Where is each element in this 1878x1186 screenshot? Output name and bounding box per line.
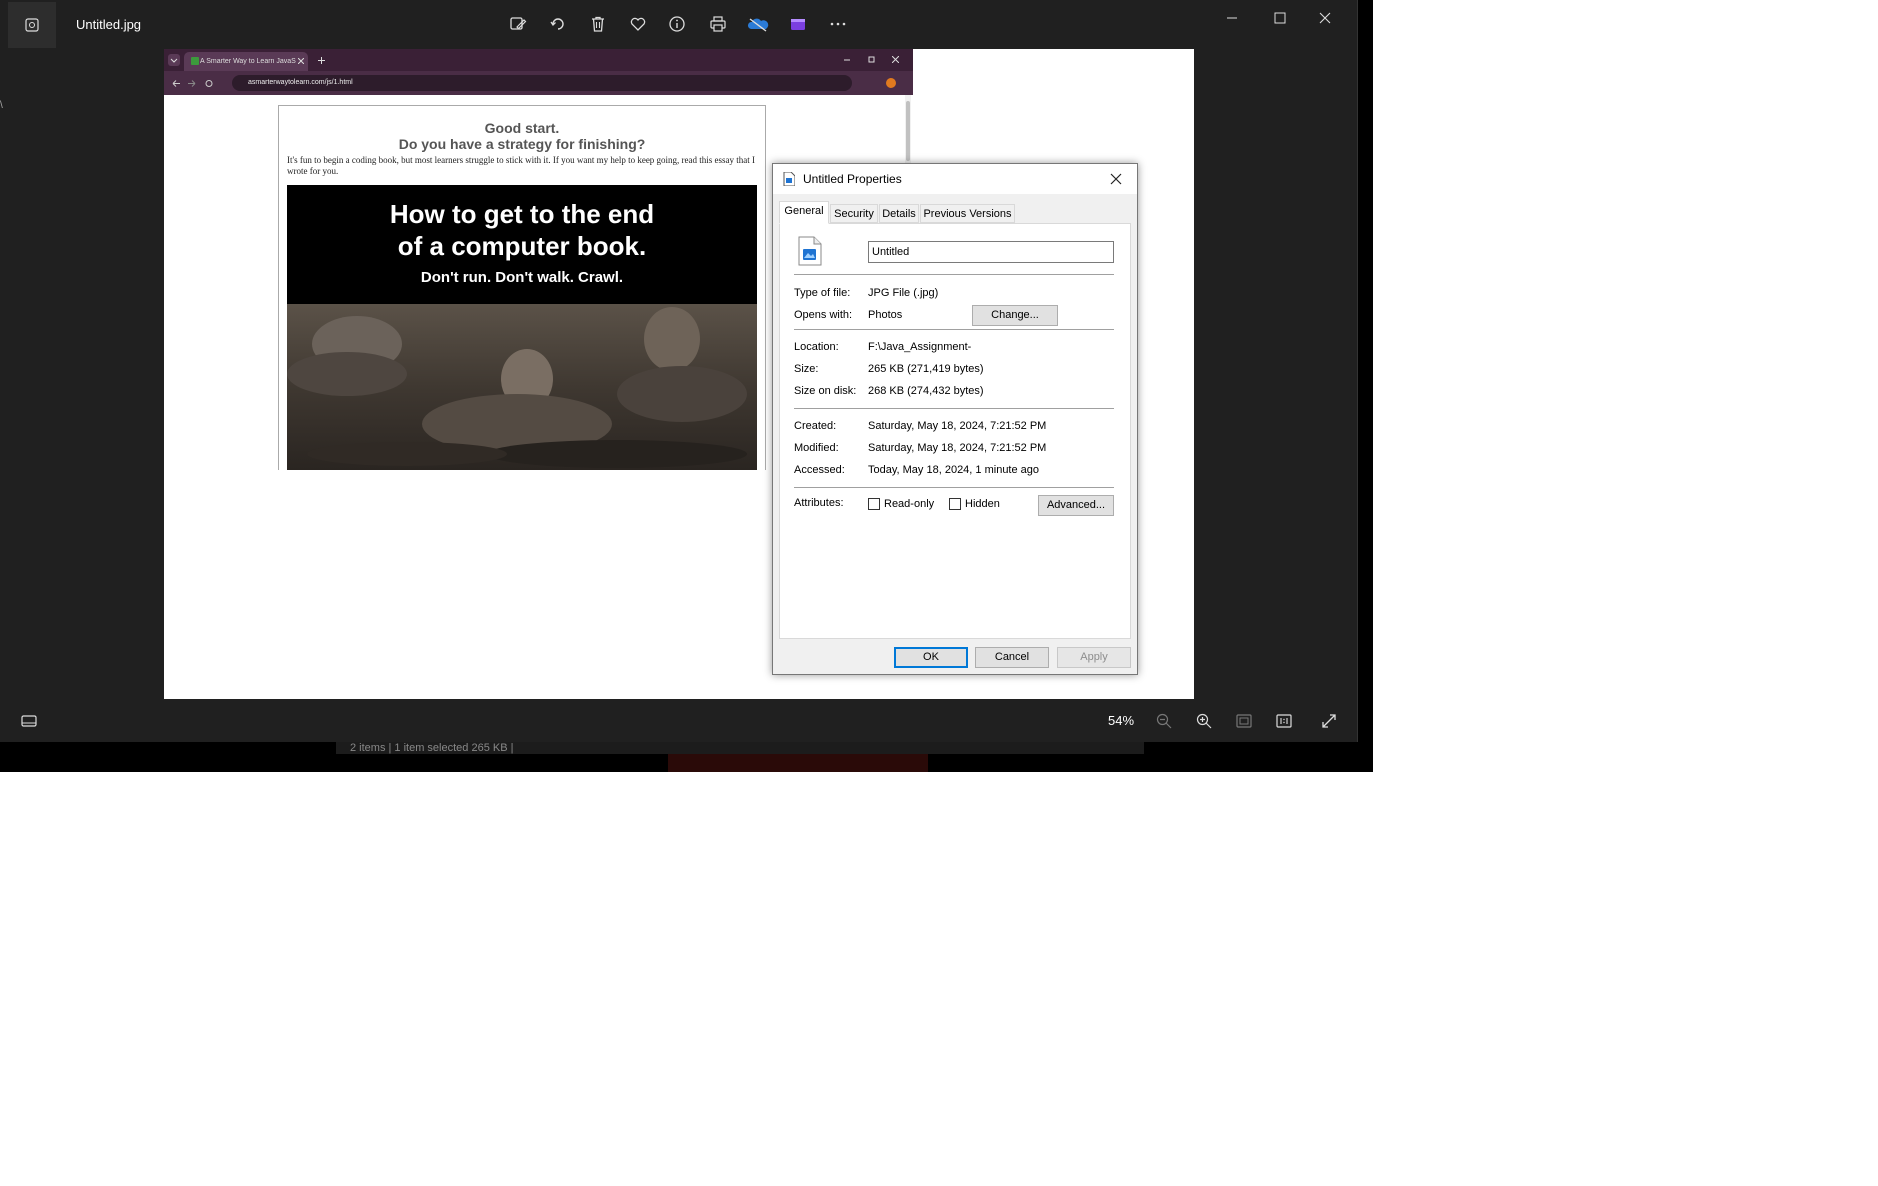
actual-size-icon[interactable]	[1273, 710, 1295, 732]
separator	[794, 274, 1114, 275]
type-value: JPG File (.jpg)	[868, 287, 939, 299]
image-browser-restore-icon	[868, 56, 875, 63]
separator	[794, 329, 1114, 330]
size-on-disk-value: 268 KB (274,432 bytes)	[868, 385, 984, 397]
tab-close-icon	[298, 58, 304, 64]
accessed-value: Today, May 18, 2024, 1 minute ago	[868, 464, 1040, 476]
photos-app-window: Untitled.jpg \ A Smarter Way to Learn Ja…	[0, 0, 1358, 742]
window-title: Untitled.jpg	[76, 17, 142, 32]
image-article-heading: Good start.	[484, 120, 560, 136]
hidden-checkbox[interactable]	[949, 498, 961, 510]
site-favicon-icon	[191, 57, 199, 65]
image-article: Good start. Do you have a strategy for f…	[278, 105, 766, 470]
image-article-subheading: Do you have a strategy for finishing?	[398, 136, 646, 152]
tab-previous-versions[interactable]: Previous Versions	[920, 204, 1015, 223]
image-browser-tabstrip: A Smarter Way to Learn JavaS	[164, 49, 913, 71]
filmstrip-icon[interactable]	[18, 710, 40, 732]
readonly-label: Read-only	[884, 498, 935, 510]
screen: Untitled.jpg \ A Smarter Way to Learn Ja…	[0, 0, 1373, 772]
fit-to-window-icon[interactable]	[1233, 710, 1255, 732]
promo-line-1: How to get to the end	[389, 199, 655, 229]
cancel-button[interactable]: Cancel	[975, 647, 1049, 668]
hidden-label: Hidden	[965, 498, 1000, 510]
minimize-button[interactable]	[1212, 6, 1252, 30]
file-name-field[interactable]	[868, 241, 1114, 263]
photos-app-icon[interactable]	[8, 2, 56, 48]
onedrive-icon[interactable]	[747, 13, 769, 35]
dialog-title: Untitled Properties	[803, 172, 902, 186]
title-bar: Untitled.jpg	[0, 0, 1357, 50]
rotate-icon[interactable]	[547, 13, 569, 35]
explorer-status-bar: 2 items | 1 item selected 265 KB |	[336, 742, 1144, 754]
attributes-label: Attributes:	[794, 497, 844, 509]
maximize-button[interactable]	[1260, 6, 1300, 30]
apply-button[interactable]: Apply	[1057, 647, 1131, 668]
tab-security[interactable]: Security	[830, 204, 878, 223]
fullscreen-icon[interactable]	[1318, 710, 1340, 732]
image-browser-address-bar: asmarterwaytolearn.com/js/1.html	[232, 75, 852, 91]
dialog-title-bar: Untitled Properties	[773, 164, 1137, 194]
delete-icon[interactable]	[587, 13, 609, 35]
location-label: Location:	[794, 341, 839, 353]
dialog-close-button[interactable]	[1103, 168, 1129, 190]
image-browser-minimize-icon	[844, 59, 850, 61]
side-fragment-text: \	[0, 100, 3, 111]
bottom-toolbar: 54%	[0, 700, 1357, 742]
type-label: Type of file:	[794, 287, 851, 299]
promo-line-3: Don't run. Don't walk. Crawl.	[420, 269, 624, 286]
clipchamp-icon[interactable]	[787, 13, 809, 35]
zoom-in-icon[interactable]	[1193, 710, 1215, 732]
general-tab-panel: Type of file: JPG File (.jpg) Opens with…	[779, 223, 1131, 639]
promo-line-2: of a computer book.	[397, 231, 647, 261]
tab-details[interactable]: Details	[879, 204, 919, 223]
image-page-scroll-thumb	[906, 101, 910, 161]
change-button[interactable]: Change...	[972, 305, 1058, 326]
created-value: Saturday, May 18, 2024, 7:21:52 PM	[868, 420, 1047, 432]
properties-dialog: Untitled Properties General Security Det…	[772, 163, 1138, 675]
mud-crawl-photo	[287, 304, 757, 470]
favorite-icon[interactable]	[627, 13, 649, 35]
opens-with-label: Opens with:	[794, 309, 853, 321]
zoom-out-icon[interactable]	[1153, 710, 1175, 732]
new-tab-icon	[318, 57, 325, 64]
image-browser-close-icon	[892, 56, 899, 63]
image-browser-toolbar: asmarterwaytolearn.com/js/1.html	[164, 71, 913, 95]
accessed-label: Accessed:	[794, 464, 845, 476]
size-on-disk-label: Size on disk:	[794, 385, 857, 397]
tab-general[interactable]: General	[779, 201, 829, 224]
explorer-status-text: 2 items | 1 item selected 265 KB |	[350, 742, 514, 754]
created-label: Created:	[794, 420, 837, 432]
image-browser-tab: A Smarter Way to Learn JavaS	[184, 52, 308, 71]
advanced-button[interactable]: Advanced...	[1038, 495, 1114, 516]
readonly-checkbox[interactable]	[868, 498, 880, 510]
image-browser-url: asmarterwaytolearn.com/js/1.html	[248, 79, 353, 86]
print-icon[interactable]	[707, 13, 729, 35]
modified-label: Modified:	[794, 442, 839, 454]
zoom-level: 54%	[1108, 713, 1135, 728]
separator	[794, 487, 1114, 488]
location-value: F:\Java_Assignment-	[868, 341, 972, 353]
tab-search-icon	[168, 54, 180, 66]
more-icon[interactable]	[827, 13, 849, 35]
modified-value: Saturday, May 18, 2024, 7:21:52 PM	[868, 442, 1047, 454]
file-type-icon	[798, 236, 822, 266]
size-label: Size:	[794, 363, 819, 375]
edit-icon[interactable]	[507, 13, 529, 35]
image-browser-tab-title: A Smarter Way to Learn JavaS	[200, 58, 296, 65]
size-value: 265 KB (271,419 bytes)	[868, 363, 984, 375]
close-window-button[interactable]	[1305, 6, 1345, 30]
ok-button[interactable]: OK	[894, 647, 968, 668]
image-browser-nav-icons	[172, 80, 213, 87]
opens-with-value: Photos	[868, 309, 903, 321]
image-promo-banner: How to get to the end of a computer book…	[287, 185, 757, 470]
info-icon[interactable]	[666, 13, 688, 35]
separator	[794, 408, 1114, 409]
image-article-body: It's fun to begin a coding book, but mos…	[287, 155, 756, 176]
jpg-file-icon	[783, 172, 795, 186]
background-window-fragment	[668, 754, 928, 772]
profile-avatar-icon	[886, 78, 896, 88]
